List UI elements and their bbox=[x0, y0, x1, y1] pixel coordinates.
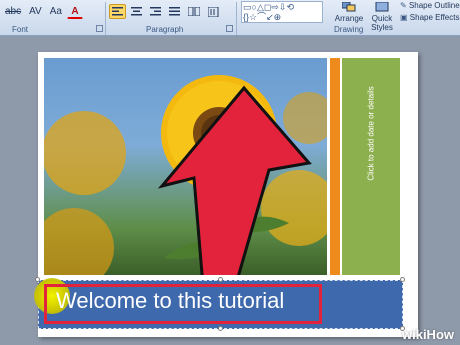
align-center-icon bbox=[131, 7, 142, 16]
columns-button[interactable] bbox=[185, 4, 203, 19]
align-left-button[interactable] bbox=[109, 4, 126, 19]
quick-styles-button[interactable]: Quick Styles bbox=[367, 1, 397, 32]
shape-effects-label: Shape Effects bbox=[409, 13, 460, 22]
align-right-button[interactable] bbox=[147, 4, 164, 19]
shape-star-icon[interactable]: ☆ bbox=[249, 12, 257, 22]
sunflower-image bbox=[44, 75, 327, 275]
watermark: wikiHow bbox=[401, 327, 454, 342]
font-group-label: Font bbox=[12, 25, 29, 34]
text-direction-icon bbox=[208, 6, 219, 17]
date-placeholder-text: Click to add date or details bbox=[366, 85, 376, 181]
shape-rectangle-icon[interactable]: ▭ bbox=[243, 2, 252, 12]
character-spacing-button[interactable]: AV bbox=[26, 4, 45, 19]
shape-outline-label: Shape Outline bbox=[408, 1, 460, 10]
group-divider bbox=[105, 2, 106, 35]
align-right-icon bbox=[150, 7, 161, 16]
group-divider bbox=[236, 2, 237, 35]
quick-styles-label: Quick Styles bbox=[371, 14, 393, 32]
paragraph-toolbar bbox=[109, 4, 223, 19]
sunflower-photo[interactable] bbox=[44, 58, 327, 275]
paragraph-dialog-launcher[interactable] bbox=[226, 25, 233, 32]
arrange-button[interactable]: Arrange bbox=[334, 1, 364, 23]
shape-outline-button[interactable]: ✎ Shape Outline bbox=[400, 1, 460, 10]
font-toolbar: abc AV Aa A bbox=[2, 4, 83, 19]
quick-styles-icon bbox=[375, 1, 389, 12]
align-center-button[interactable] bbox=[128, 4, 145, 19]
paragraph-group-label: Paragraph bbox=[146, 25, 184, 34]
resize-handle[interactable] bbox=[35, 277, 40, 282]
shape-effects-icon: ▣ bbox=[400, 13, 408, 22]
shape-curved-arrow-icon[interactable]: ↙ bbox=[266, 12, 274, 22]
shape-arc-icon[interactable]: ⌒ bbox=[257, 12, 266, 22]
shapes-gallery[interactable]: ▭○△◻⇨⇩⟲ {}☆⌒↙⊕ bbox=[241, 1, 323, 23]
slide-title[interactable]: Welcome to this tutorial bbox=[56, 288, 284, 314]
columns-icon bbox=[188, 7, 200, 16]
resize-handle[interactable] bbox=[218, 326, 223, 331]
shape-plus-circle-icon[interactable]: ⊕ bbox=[274, 12, 282, 22]
date-placeholder[interactable]: Click to add date or details bbox=[342, 58, 400, 208]
shape-outline-icon: ✎ bbox=[400, 1, 407, 10]
resize-handle[interactable] bbox=[400, 277, 405, 282]
resize-handle[interactable] bbox=[218, 277, 223, 282]
shape-right-arrow-icon[interactable]: ⇨ bbox=[271, 2, 279, 12]
justify-button[interactable] bbox=[166, 4, 183, 19]
shape-circular-arrow-icon[interactable]: ⟲ bbox=[286, 2, 294, 12]
font-dialog-launcher[interactable] bbox=[96, 25, 103, 32]
drawing-group-label: Drawing bbox=[334, 25, 364, 34]
align-left-icon bbox=[112, 7, 123, 16]
justify-icon bbox=[169, 7, 180, 16]
arrange-label: Arrange bbox=[334, 14, 364, 23]
font-color-button[interactable]: A bbox=[66, 4, 83, 19]
arrange-icon bbox=[341, 1, 356, 12]
shape-triangle-icon[interactable]: △ bbox=[257, 2, 264, 12]
text-direction-button[interactable] bbox=[205, 4, 223, 19]
change-case-button[interactable]: Aa bbox=[47, 4, 65, 19]
ribbon: abc AV Aa A Font Paragraph ▭○△◻⇨⇩⟲ {}☆⌒↙… bbox=[0, 0, 460, 36]
strikethrough-button[interactable]: abc bbox=[2, 4, 24, 19]
shape-effects-button[interactable]: ▣ Shape Effects bbox=[400, 13, 459, 22]
orange-accent-bar bbox=[330, 58, 340, 275]
slide-canvas[interactable]: Click to add date or details Welcome to … bbox=[34, 52, 418, 337]
